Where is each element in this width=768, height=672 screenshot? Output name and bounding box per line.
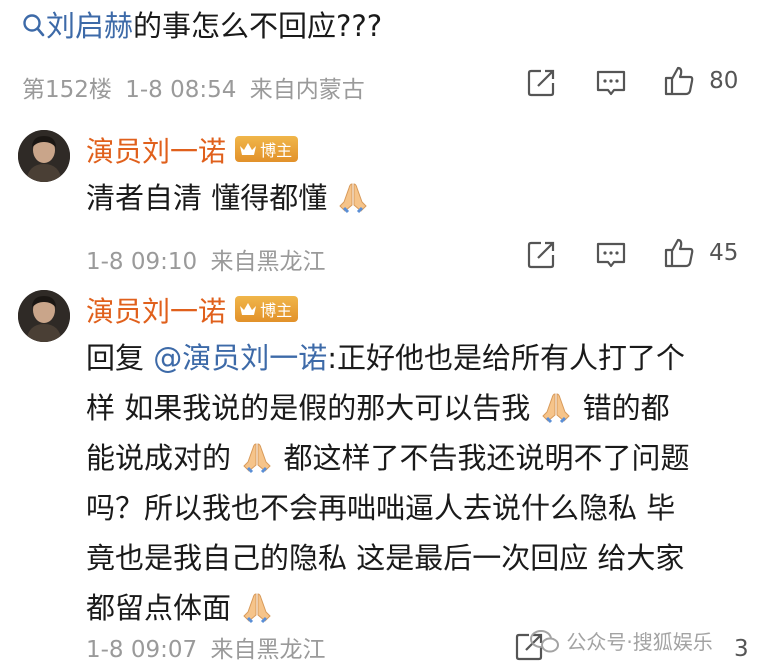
avatar[interactable] <box>18 130 70 182</box>
top-comment-meta: 第152楼 1-8 08:54 来自内蒙古 <box>22 70 365 104</box>
mention-topic-link[interactable]: 刘启赫 <box>22 9 133 43</box>
comment-location: 来自黑龙江 <box>210 249 326 275</box>
blogger-badge: 博主 <box>235 296 299 322</box>
reply-1-text: 清者自清 懂得都懂 <box>86 176 370 220</box>
reply-1-meta: 1-8 09:10 来自黑龙江 <box>86 242 325 276</box>
badge-label: 博主 <box>260 141 293 160</box>
top-comment-body: 的事怎么不回应??? <box>133 9 383 43</box>
avatar-image <box>18 130 70 182</box>
reply-line: 样 如果我说的是假的那大可以告我 错的都 <box>86 386 756 430</box>
top-comment-actions: 80 <box>520 64 750 104</box>
reply-line: 竟也是我自己的隐私 这是最后一次回应 给大家 <box>86 536 756 580</box>
username[interactable]: 演员刘一诺 <box>86 295 226 328</box>
repost-icon[interactable] <box>524 238 558 272</box>
reply-line-text: 竟也是我自己的隐私 这是最后一次回应 给大家 <box>86 541 685 575</box>
watermark-name: 搜狐娱乐 <box>632 630 713 654</box>
praying-hands-emoji <box>243 443 271 474</box>
username[interactable]: 演员刘一诺 <box>86 135 226 168</box>
like-icon <box>664 66 694 96</box>
comment-location: 来自黑龙江 <box>210 637 326 663</box>
reply-line: 能说成对的 都这样了不告我还说明不了问题 <box>86 436 756 480</box>
reply-line-text: :正好他也是给所有人打了个 <box>327 341 686 375</box>
reply-line-text: 都这样了不告我还说明不了问题 <box>283 441 690 475</box>
like-count: 3 <box>734 636 749 662</box>
crown-icon <box>240 303 257 315</box>
reply-2-text: 回复 @演员刘一诺:正好他也是给所有人打了个 样 如果我说的是假的那大可以告我 … <box>86 336 756 630</box>
comment-time: 1-8 08:54 <box>125 77 237 103</box>
search-icon <box>23 14 45 37</box>
like-count: 45 <box>709 240 739 266</box>
reply-line: 回复 @演员刘一诺:正好他也是给所有人打了个 <box>86 336 756 380</box>
comment-icon[interactable] <box>594 238 628 272</box>
reply-line-text: 能说成对的 <box>86 441 232 475</box>
comment-icon[interactable] <box>594 66 628 100</box>
praying-hands-emoji <box>243 593 271 624</box>
reply-line-text: 错的都 <box>582 391 670 425</box>
reply-mention-link[interactable]: @演员刘一诺 <box>153 341 327 375</box>
watermark-prefix: 公众号 <box>566 630 627 654</box>
comment-location: 来自内蒙古 <box>249 77 365 103</box>
blogger-badge: 博主 <box>235 136 299 162</box>
like-count: 80 <box>709 68 739 94</box>
like-button[interactable]: 80 <box>662 64 738 98</box>
reply-prefix: 回复 <box>86 341 145 375</box>
avatar[interactable] <box>18 290 70 342</box>
crown-icon <box>240 143 257 155</box>
reply-line-text: 都留点体面 <box>86 591 232 625</box>
top-comment-text: 刘启赫的事怎么不回应??? <box>22 4 382 48</box>
badge-label: 博主 <box>260 301 293 320</box>
wechat-icon <box>530 630 559 653</box>
reply-line: 都留点体面 <box>86 586 756 630</box>
comment-time: 1-8 09:07 <box>86 637 198 663</box>
reply-line: 吗？所以我也不会再咄咄逼人去说什么隐私 毕 <box>86 486 756 530</box>
reply-2-header: 演员刘一诺 博主 <box>86 290 299 330</box>
like-icon <box>664 238 694 268</box>
repost-icon[interactable] <box>524 66 558 100</box>
avatar-image <box>18 290 70 342</box>
praying-hands-emoji <box>542 393 571 424</box>
reply-body: 清者自清 懂得都懂 <box>86 181 328 215</box>
praying-hands-emoji <box>339 183 368 214</box>
comment-time: 1-8 09:10 <box>86 249 198 275</box>
floor-number: 第152楼 <box>22 77 112 103</box>
reply-1-header: 演员刘一诺 博主 <box>86 130 299 170</box>
watermark: 公众号·搜狐娱乐 <box>530 626 713 655</box>
like-button[interactable]: 45 <box>662 236 738 270</box>
reply-1-actions: 45 <box>520 236 750 276</box>
reply-2-meta: 1-8 09:07 来自黑龙江 <box>86 630 325 664</box>
reply-line-text: 样 如果我说的是假的那大可以告我 <box>86 391 531 425</box>
reply-line-text: 吗？所以我也不会再咄咄逼人去说什么隐私 毕 <box>86 491 676 525</box>
mention-topic-text: 刘启赫 <box>46 9 134 43</box>
